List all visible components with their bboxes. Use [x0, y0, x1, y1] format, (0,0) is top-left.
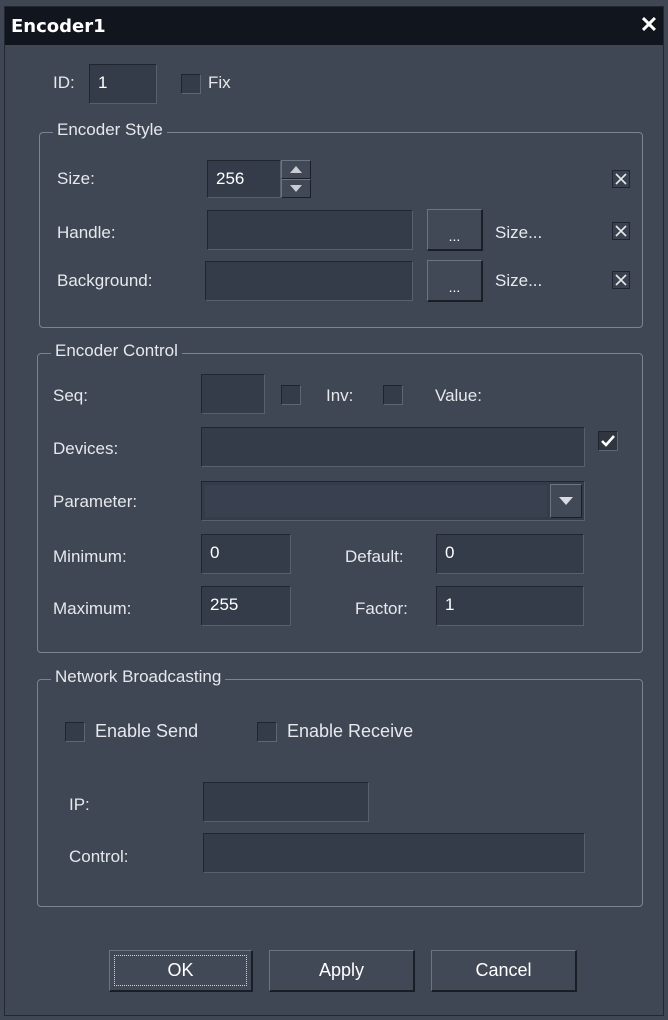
network-broadcasting-legend: Network Broadcasting: [51, 667, 226, 687]
ip-input[interactable]: [203, 782, 369, 822]
title-bar[interactable]: Encoder1 ✕: [5, 7, 663, 45]
background-input[interactable]: [205, 261, 413, 301]
fix-checkbox[interactable]: [181, 74, 201, 94]
value-label: Value:: [435, 386, 482, 405]
inv-checkbox[interactable]: [383, 385, 403, 405]
ip-label: IP:: [69, 795, 90, 814]
chevron-up-icon: [290, 166, 302, 173]
size-stepper-down[interactable]: [281, 179, 311, 198]
apply-button[interactable]: Apply: [269, 950, 415, 992]
background-label: Background:: [57, 271, 153, 290]
parameter-dropdown-button[interactable]: [550, 484, 582, 518]
background-size-link[interactable]: Size...: [495, 271, 542, 291]
parameter-select-inner: [205, 485, 547, 517]
encoder-control-legend: Encoder Control: [51, 341, 182, 361]
inv-label: Inv:: [326, 386, 354, 405]
devices-checkbox[interactable]: [598, 431, 618, 451]
devices-label: Devices:: [53, 439, 119, 458]
minimum-input[interactable]: 0: [201, 534, 291, 574]
background-browse-button[interactable]: ...: [427, 260, 483, 302]
parameter-label: Parameter:: [53, 492, 138, 511]
seq-checkbox[interactable]: [281, 385, 301, 405]
ok-button[interactable]: OK: [109, 950, 253, 992]
size-label: Size:: [57, 169, 95, 188]
minimum-label: Minimum:: [53, 547, 127, 566]
maximum-label: Maximum:: [53, 599, 132, 618]
default-label: Default:: [345, 547, 404, 566]
enable-receive-checkbox[interactable]: [257, 722, 277, 742]
size-stepper-up[interactable]: [281, 160, 311, 179]
seq-label: Seq:: [53, 386, 88, 405]
background-reset-checkbox[interactable]: [612, 271, 630, 289]
handle-input[interactable]: [207, 210, 413, 250]
control-input[interactable]: [203, 833, 585, 873]
size-reset-checkbox[interactable]: [612, 170, 630, 188]
enable-send-label: Enable Send: [95, 721, 199, 741]
x-mark-icon: [615, 225, 627, 237]
enable-send-checkbox[interactable]: [65, 722, 85, 742]
handle-reset-checkbox[interactable]: [612, 222, 630, 240]
maximum-input[interactable]: 255: [201, 586, 291, 626]
handle-browse-button[interactable]: ...: [427, 209, 483, 251]
checkmark-icon: [601, 435, 615, 447]
id-input[interactable]: 1: [89, 64, 157, 104]
chevron-down-icon: [559, 497, 573, 505]
factor-input[interactable]: 1: [436, 586, 584, 626]
id-label: ID:: [53, 73, 75, 92]
chevron-down-icon: [290, 185, 302, 192]
x-mark-icon: [615, 274, 627, 286]
devices-input[interactable]: [201, 427, 585, 467]
encoder-style-legend: Encoder Style: [53, 120, 167, 140]
handle-size-link[interactable]: Size...: [495, 223, 542, 243]
size-input[interactable]: 256: [207, 160, 281, 198]
seq-input[interactable]: [201, 374, 265, 414]
close-icon[interactable]: ✕: [639, 14, 659, 36]
cancel-button[interactable]: Cancel: [431, 950, 577, 992]
encoder-dialog: Encoder1 ✕ ID: 1 Fix Encoder Style Size:…: [4, 6, 664, 1016]
factor-label: Factor:: [355, 599, 408, 618]
handle-label: Handle:: [57, 223, 116, 242]
window-title: Encoder1: [11, 16, 106, 37]
x-mark-icon: [615, 173, 627, 185]
fix-label: Fix: [208, 73, 231, 92]
default-input[interactable]: 0: [436, 534, 584, 574]
control-label: Control:: [69, 847, 129, 866]
enable-receive-label: Enable Receive: [287, 721, 414, 741]
